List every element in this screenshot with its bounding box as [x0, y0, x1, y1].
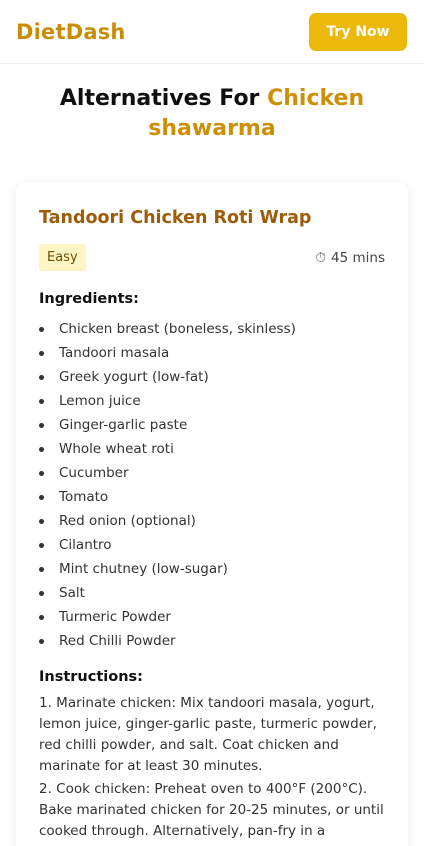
list-item: Cucumber — [39, 461, 385, 485]
brand-logo[interactable]: DietDash — [16, 20, 126, 44]
list-item: Chicken breast (boneless, skinless) — [39, 317, 385, 341]
list-item: Lemon juice — [39, 389, 385, 413]
top-nav: DietDash Try Now — [0, 0, 424, 64]
recipe-title: Tandoori Chicken Roti Wrap — [39, 208, 312, 228]
recipe-meta: Easy ⏱ 45 mins — [39, 244, 385, 271]
list-item: Red onion (optional) — [39, 509, 385, 533]
stopwatch-icon: ⏱ — [315, 249, 327, 266]
list-item: Tandoori masala — [39, 341, 385, 365]
list-item: Turmeric Powder — [39, 605, 385, 629]
list-item: Cilantro — [39, 533, 385, 557]
cook-time: ⏱ 45 mins — [315, 250, 385, 266]
list-item: Red Chilli Powder — [39, 629, 385, 653]
ingredients-list: Chicken breast (boneless, skinless) Tand… — [39, 317, 385, 653]
list-item: Greek yogurt (low-fat) — [39, 365, 385, 389]
ingredients-heading: Ingredients: — [39, 291, 139, 307]
list-item: Tomato — [39, 485, 385, 509]
list-item: Mint chutney (low-sugar) — [39, 557, 385, 581]
recipe-card: Tandoori Chicken Roti Wrap Easy ⏱ 45 min… — [16, 182, 408, 846]
list-item: Salt — [39, 581, 385, 605]
try-now-button[interactable]: Try Now — [309, 12, 407, 51]
instruction-step: 2. Cook chicken: Preheat oven to 400°F (… — [39, 781, 384, 839]
instructions-list: 1. Marinate chicken: Mix tandoori masala… — [39, 693, 385, 842]
instructions-heading: Instructions: — [39, 669, 143, 685]
page-title: Alternatives For Chicken shawarma — [0, 84, 424, 144]
difficulty-badge: Easy — [39, 244, 86, 271]
cook-time-value: 45 mins — [331, 249, 385, 266]
list-item: Ginger-garlic paste — [39, 413, 385, 437]
instruction-step: 1. Marinate chicken: Mix tandoori masala… — [39, 695, 377, 774]
list-item: Whole wheat roti — [39, 437, 385, 461]
page-title-prefix: Alternatives For — [59, 86, 260, 111]
